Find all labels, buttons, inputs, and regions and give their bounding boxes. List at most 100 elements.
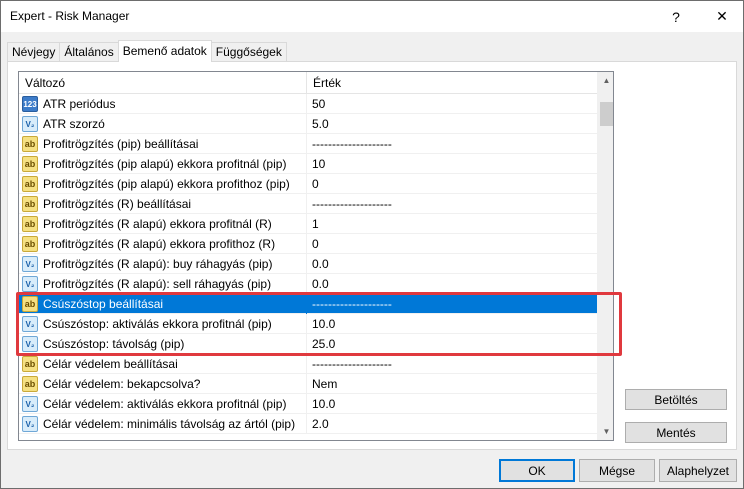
title-bar: Expert - Risk Manager ? ✕ (1, 1, 743, 32)
value-cell[interactable]: 10.0 (307, 314, 597, 334)
value-cell[interactable]: 0 (307, 174, 597, 194)
scroll-up-icon[interactable]: ▲ (598, 72, 613, 89)
variable-cell[interactable]: V₂ Csúszóstop: aktiválás ekkora profitnál… (19, 314, 307, 334)
variable-cell[interactable]: ab Profitrögzítés (pip alapú) ekkora prof… (19, 154, 307, 174)
table-row[interactable]: 123 ATR periódus 50 (19, 94, 597, 114)
variable-label: ATR periódus (43, 97, 116, 111)
table-row[interactable]: V₂ Célár védelem: minimális távolság az á… (19, 414, 597, 434)
param-type-double-icon: V₂ (22, 276, 38, 292)
value-cell[interactable]: 25.0 (307, 334, 597, 354)
param-type-double-icon: V₂ (22, 116, 38, 132)
variable-label: Profitrögzítés (R alapú) ekkora profitho… (43, 237, 276, 251)
variable-label: Profitrögzítés (R alapú): buy ráhagyás (… (43, 257, 273, 271)
value-cell[interactable]: 5.0 (307, 114, 597, 134)
save-button[interactable]: Mentés (625, 422, 727, 443)
value-cell[interactable]: 10 (307, 154, 597, 174)
variable-cell[interactable]: 123 ATR periódus (19, 94, 307, 114)
tab-bemeno-adatok[interactable]: Bemenő adatok (117, 40, 212, 62)
param-type-str-icon: ab (22, 296, 38, 312)
param-type-double-icon: V₂ (22, 316, 38, 332)
tab-nevjegy[interactable]: Névjegy (7, 42, 61, 62)
variable-label: Profitrögzítés (R) beállításai (43, 197, 192, 211)
variable-label: Profitrögzítés (pip) beállításai (43, 137, 199, 151)
tab-fuggosegek[interactable]: Függőségek (210, 42, 287, 62)
value-cell[interactable]: -------------------- (307, 194, 597, 214)
variable-cell[interactable]: ab Célár védelem: bekapcsolva? (19, 374, 307, 394)
param-type-str-icon: ab (22, 196, 38, 212)
variable-cell[interactable]: V₂ ATR szorzó (19, 114, 307, 134)
table-row[interactable]: ab Profitrögzítés (pip alapú) ekkora prof… (19, 154, 597, 174)
grid-rows: 123 ATR periódus 50 V₂ ATR szorzó 5.0 ab Profit… (19, 94, 597, 434)
variable-label: Profitrögzítés (R alapú) ekkora profitná… (43, 217, 272, 231)
variable-label: Profitrögzítés (R alapú): sell ráhagyás … (43, 277, 272, 291)
param-type-str-icon: ab (22, 236, 38, 252)
table-row[interactable]: V₂ Csúszóstop: távolság (pip) 25.0 (19, 334, 597, 354)
variable-cell[interactable]: ab Csúszóstop beállításai (19, 294, 307, 314)
table-row[interactable]: ab Célár védelem: bekapcsolva? Nem (19, 374, 597, 394)
variable-cell[interactable]: V₂ Célár védelem: aktiválás ekkora profit… (19, 394, 307, 414)
value-cell[interactable]: 1 (307, 214, 597, 234)
table-row[interactable]: ab Célár védelem beállításai -------------… (19, 354, 597, 374)
value-cell[interactable]: 0.0 (307, 254, 597, 274)
param-type-str-icon: ab (22, 216, 38, 232)
table-row[interactable]: ab Profitrögzítés (pip alapú) ekkora prof… (19, 174, 597, 194)
window-title: Expert - Risk Manager (10, 9, 130, 23)
variable-label: ATR szorzó (43, 117, 105, 131)
table-row[interactable]: V₂ Csúszóstop: aktiválás ekkora profitnál… (19, 314, 597, 334)
param-type-str-icon: ab (22, 176, 38, 192)
column-header-value[interactable]: Érték (307, 72, 597, 94)
variable-cell[interactable]: ab Célár védelem beállításai (19, 354, 307, 374)
dialog-window: Expert - Risk Manager ? ✕ Névjegy Általá… (0, 0, 744, 489)
variable-label: Csúszóstop beállításai (43, 297, 164, 311)
vertical-scrollbar[interactable]: ▲ ▼ (597, 72, 613, 440)
value-cell[interactable]: 2.0 (307, 414, 597, 434)
value-cell[interactable]: -------------------- (307, 294, 597, 314)
table-row[interactable]: V₂ Profitrögzítés (R alapú): sell ráhagyá… (19, 274, 597, 294)
variable-cell[interactable]: V₂ Profitrögzítés (R alapú): buy ráhagyás… (19, 254, 307, 274)
value-cell[interactable]: 0 (307, 234, 597, 254)
ok-button[interactable]: OK (499, 459, 575, 482)
variable-cell[interactable]: ab Profitrögzítés (pip alapú) ekkora prof… (19, 174, 307, 194)
tab-altalanos[interactable]: Általános (59, 42, 119, 62)
table-row[interactable]: V₂ Célár védelem: aktiválás ekkora profit… (19, 394, 597, 414)
variable-cell[interactable]: ab Profitrögzítés (R alapú) ekkora profit… (19, 234, 307, 254)
close-button[interactable]: ✕ (699, 1, 744, 32)
table-row[interactable]: V₂ Profitrögzítés (R alapú): buy ráhagyás… (19, 254, 597, 274)
table-row[interactable]: ab Profitrögzítés (pip) beállításai ------… (19, 134, 597, 154)
value-cell[interactable]: 0.0 (307, 274, 597, 294)
variable-cell[interactable]: ab Profitrögzítés (pip) beállításai (19, 134, 307, 154)
param-type-double-icon: V₂ (22, 256, 38, 272)
value-cell[interactable]: -------------------- (307, 134, 597, 154)
variable-label: Célár védelem: aktiválás ekkora profitná… (43, 397, 287, 411)
load-button[interactable]: Betöltés (625, 389, 727, 410)
param-type-str-icon: ab (22, 376, 38, 392)
table-row[interactable]: ab Csúszóstop beállításai ----------------… (19, 294, 597, 314)
variable-cell[interactable]: V₂ Csúszóstop: távolság (pip) (19, 334, 307, 354)
tab-strip: Névjegy Általános Bemenő adatok Függőség… (7, 40, 287, 62)
param-type-str-icon: ab (22, 356, 38, 372)
table-row[interactable]: V₂ ATR szorzó 5.0 (19, 114, 597, 134)
column-header-variable[interactable]: Változó (19, 72, 307, 94)
cancel-button[interactable]: Mégse (579, 459, 655, 482)
variable-cell[interactable]: ab Profitrögzítés (R alapú) ekkora profit… (19, 214, 307, 234)
table-row[interactable]: ab Profitrögzítés (R) beállításai --------… (19, 194, 597, 214)
param-type-int-icon: 123 (22, 96, 38, 112)
value-cell[interactable]: Nem (307, 374, 597, 394)
variable-cell[interactable]: V₂ Profitrögzítés (R alapú): sell ráhagyá… (19, 274, 307, 294)
value-cell[interactable]: -------------------- (307, 354, 597, 374)
table-row[interactable]: ab Profitrögzítés (R alapú) ekkora profit… (19, 214, 597, 234)
table-row[interactable]: ab Profitrögzítés (R alapú) ekkora profit… (19, 234, 597, 254)
grid-header: Változó Érték (19, 72, 597, 94)
variable-cell[interactable]: V₂ Célár védelem: minimális távolság az á… (19, 414, 307, 434)
param-type-str-icon: ab (22, 156, 38, 172)
scrollbar-thumb[interactable] (600, 102, 613, 126)
scroll-down-icon[interactable]: ▼ (598, 423, 613, 440)
variable-label: Célár védelem: minimális távolság az árt… (43, 417, 296, 431)
inputs-grid[interactable]: Változó Érték 123 ATR periódus 50 V₂ ATR szo… (18, 71, 614, 441)
help-button[interactable]: ? (653, 1, 699, 32)
param-type-double-icon: V₂ (22, 416, 38, 432)
value-cell[interactable]: 50 (307, 94, 597, 114)
reset-button[interactable]: Alaphelyzet (659, 459, 737, 482)
value-cell[interactable]: 10.0 (307, 394, 597, 414)
variable-cell[interactable]: ab Profitrögzítés (R) beállításai (19, 194, 307, 214)
